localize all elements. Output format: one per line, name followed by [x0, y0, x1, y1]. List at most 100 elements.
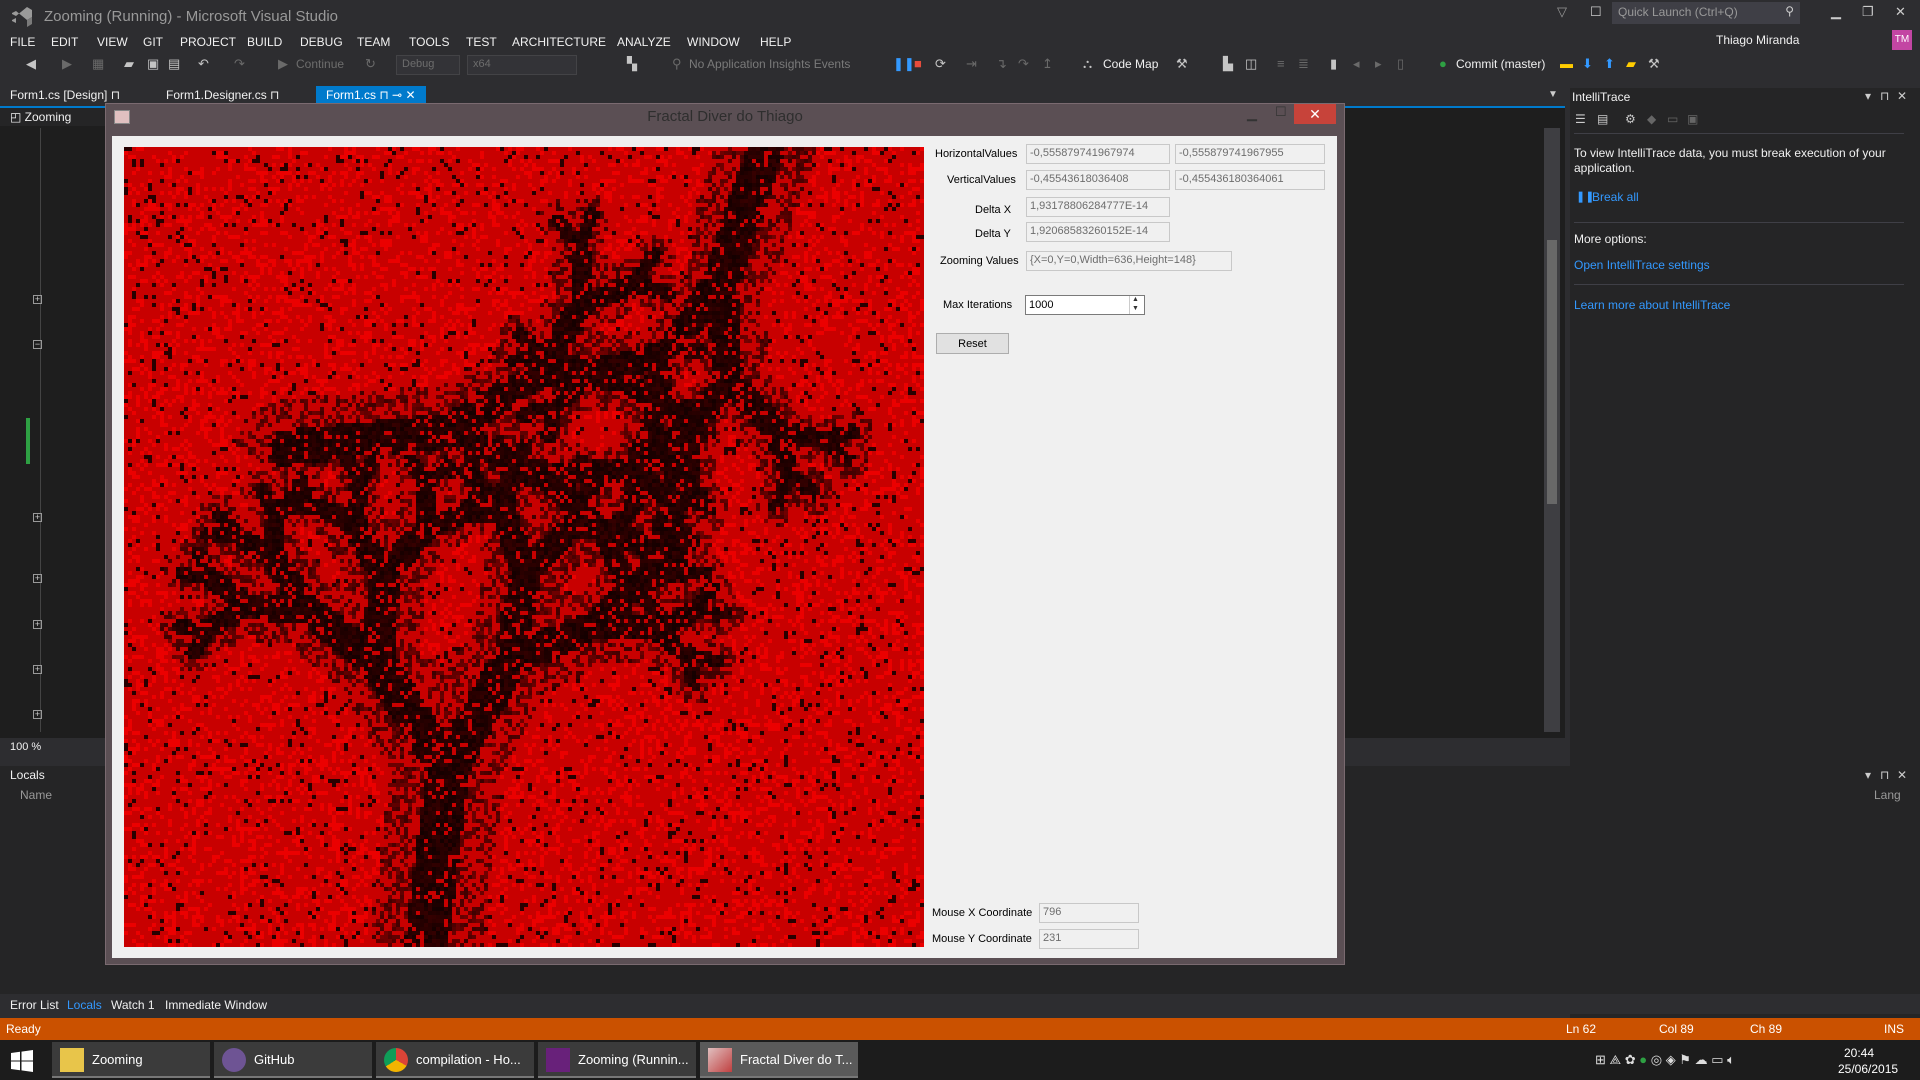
continue-icon[interactable]: ▶	[278, 56, 288, 72]
zoom-level-select[interactable]: 100 %	[10, 741, 41, 753]
close-icon[interactable]: ✕	[1895, 4, 1906, 20]
sync-icon[interactable]: ●	[1639, 1052, 1650, 1067]
open-intellitrace-settings-link[interactable]: Open IntelliTrace settings	[1574, 258, 1710, 272]
menu-project[interactable]: PROJECT	[180, 35, 236, 49]
menu-architecture[interactable]: ARCHITECTURE	[512, 35, 606, 49]
fold-toggle-icon[interactable]: +	[33, 710, 42, 719]
comment-icon[interactable]: ≡	[1277, 56, 1285, 71]
taskbar-app-visual-studio[interactable]: Zooming (Runnin...	[538, 1042, 696, 1078]
taskbar-app-chrome[interactable]: compilation - Ho...	[376, 1042, 534, 1078]
bookmark-icon[interactable]: ▮	[1330, 56, 1337, 72]
pin-icon[interactable]: ⊓	[111, 88, 120, 102]
step-into-icon[interactable]: ↴	[996, 56, 1007, 72]
delta-x-field[interactable]: 1,93178806284777E-14	[1026, 197, 1170, 217]
auto-hide-pin-icon[interactable]: ⊓	[1880, 89, 1889, 103]
navigate-forward-icon[interactable]: ▶	[62, 56, 72, 72]
tab-watch-1[interactable]: Watch 1	[111, 998, 155, 1012]
app-tray-icon[interactable]: ✿	[1625, 1052, 1640, 1067]
security-icon[interactable]: ◈	[1666, 1052, 1680, 1067]
new-project-icon[interactable]: ▦	[92, 56, 104, 72]
team-explorer-icon[interactable]: ▬	[1560, 56, 1573, 71]
pause-icon[interactable]: ❚❚	[893, 56, 915, 72]
horizontal-min-field[interactable]: -0,555879741967974	[1026, 144, 1170, 164]
fold-toggle-icon[interactable]: +	[33, 513, 42, 522]
fold-toggle-icon[interactable]: −	[33, 340, 42, 349]
windows-start-icon[interactable]	[10, 1049, 34, 1073]
break-all-link[interactable]: Break all	[1592, 190, 1639, 204]
onedrive-icon[interactable]: ☁	[1695, 1052, 1712, 1067]
close-panel-icon[interactable]: ✕	[1897, 768, 1907, 782]
menu-team[interactable]: TEAM	[357, 35, 390, 49]
tab-immediate-window[interactable]: Immediate Window	[165, 998, 267, 1012]
navigation-class-dropdown[interactable]: ◰ Zooming	[10, 110, 71, 124]
navigate-back-icon[interactable]: ◀	[26, 56, 36, 72]
menu-window[interactable]: WINDOW	[687, 35, 740, 49]
attach-icon[interactable]: ▚	[627, 56, 637, 72]
settings-gear-icon[interactable]: ⚙	[1625, 112, 1636, 126]
signed-in-user-name[interactable]: Thiago Miranda	[1716, 33, 1799, 47]
fractal-canvas[interactable]	[124, 147, 924, 947]
quick-launch-input[interactable]: Quick Launch (Ctrl+Q) ⚲	[1612, 2, 1800, 24]
learn-more-intellitrace-link[interactable]: Learn more about IntelliTrace	[1574, 298, 1730, 312]
fold-toggle-icon[interactable]: +	[33, 574, 42, 583]
mouse-x-coordinate-field[interactable]: 796	[1039, 903, 1139, 923]
notifications-filter-icon[interactable]: ▽	[1557, 4, 1567, 20]
tools-icon[interactable]: ⚒	[1648, 56, 1660, 72]
menu-build[interactable]: BUILD	[247, 35, 282, 49]
window-layout-icon[interactable]: ◫	[1245, 56, 1257, 72]
filter-icon[interactable]: ◆	[1647, 112, 1656, 126]
export-icon[interactable]: ▭	[1667, 112, 1678, 126]
vertical-min-field[interactable]: -0,45543618036408	[1026, 170, 1170, 190]
max-iterations-spinner[interactable]: ▲ ▼	[1129, 296, 1144, 314]
vertical-max-field[interactable]: -0,455436180364061	[1175, 170, 1325, 190]
tab-locals[interactable]: Locals	[67, 998, 102, 1012]
fold-toggle-icon[interactable]: +	[33, 620, 42, 629]
menu-test[interactable]: TEST	[466, 35, 497, 49]
step-out-icon[interactable]: ↥	[1042, 56, 1053, 72]
feedback-icon[interactable]: ☐	[1590, 4, 1602, 20]
menu-analyze[interactable]: ANALYZE	[617, 35, 671, 49]
platform-select[interactable]: x64	[467, 55, 577, 75]
menu-git[interactable]: GIT	[143, 35, 163, 49]
tab-error-list[interactable]: Error List	[10, 998, 59, 1012]
windows-logo-icon[interactable]: ⊞	[1595, 1052, 1610, 1067]
user-avatar[interactable]: TM	[1892, 30, 1912, 50]
menu-help[interactable]: HELP	[760, 35, 791, 49]
horizontal-max-field[interactable]: -0,555879741967955	[1175, 144, 1325, 164]
clock-date[interactable]: 25/06/2015	[1838, 1062, 1898, 1076]
minimize-icon[interactable]: ▁	[1831, 4, 1841, 20]
menu-edit[interactable]: EDIT	[51, 35, 78, 49]
save-log-icon[interactable]: ▣	[1687, 112, 1698, 126]
max-iterations-input[interactable]	[1025, 295, 1145, 315]
volume-icon[interactable]: 🔈︎	[1727, 1052, 1735, 1067]
reset-button[interactable]: Reset	[936, 333, 1009, 354]
mouse-y-coordinate-field[interactable]: 231	[1039, 929, 1139, 949]
close-icon[interactable]: ✕	[1294, 104, 1336, 124]
save-all-icon[interactable]: ▤	[168, 56, 180, 72]
code-map-button[interactable]: Code Map	[1103, 57, 1158, 71]
panel-menu-icon[interactable]: ▾	[1865, 768, 1871, 782]
uncomment-icon[interactable]: ≣	[1298, 56, 1309, 72]
network-icon[interactable]: ▭	[1711, 1052, 1727, 1067]
minimize-icon[interactable]: ▁	[1247, 106, 1257, 122]
clock-time[interactable]: 20:44	[1844, 1046, 1874, 1060]
pin-icon[interactable]: ⊓ ⊸	[379, 88, 402, 102]
zooming-values-field[interactable]: {X=0,Y=0,Width=636,Height=148}	[1026, 251, 1232, 271]
document-list-dropdown-icon[interactable]: ▼	[1548, 89, 1558, 100]
menu-file[interactable]: FILE	[10, 35, 35, 49]
step-over-icon[interactable]: ↷	[1018, 56, 1029, 72]
taskbar-app-fractal-diver[interactable]: Fractal Diver do T...	[700, 1042, 858, 1078]
redo-icon[interactable]: ↷	[234, 56, 245, 72]
configuration-select[interactable]: Debug	[396, 55, 460, 75]
panel-menu-icon[interactable]: ▾	[1865, 89, 1871, 103]
undo-icon[interactable]: ↶	[198, 56, 209, 72]
maximize-icon[interactable]: ☐	[1275, 104, 1287, 120]
close-panel-icon[interactable]: ✕	[1897, 89, 1907, 103]
upload-icon[interactable]: ⬆	[1604, 56, 1615, 72]
download-icon[interactable]: ⬇	[1582, 56, 1593, 72]
open-file-icon[interactable]: ▰	[124, 56, 134, 72]
taskbar-app-github[interactable]: GitHub	[214, 1042, 372, 1078]
save-icon[interactable]: ▣	[147, 56, 159, 72]
clear-bookmarks-icon[interactable]: ▯	[1397, 56, 1404, 72]
locals-column-name[interactable]: Name	[20, 788, 52, 802]
